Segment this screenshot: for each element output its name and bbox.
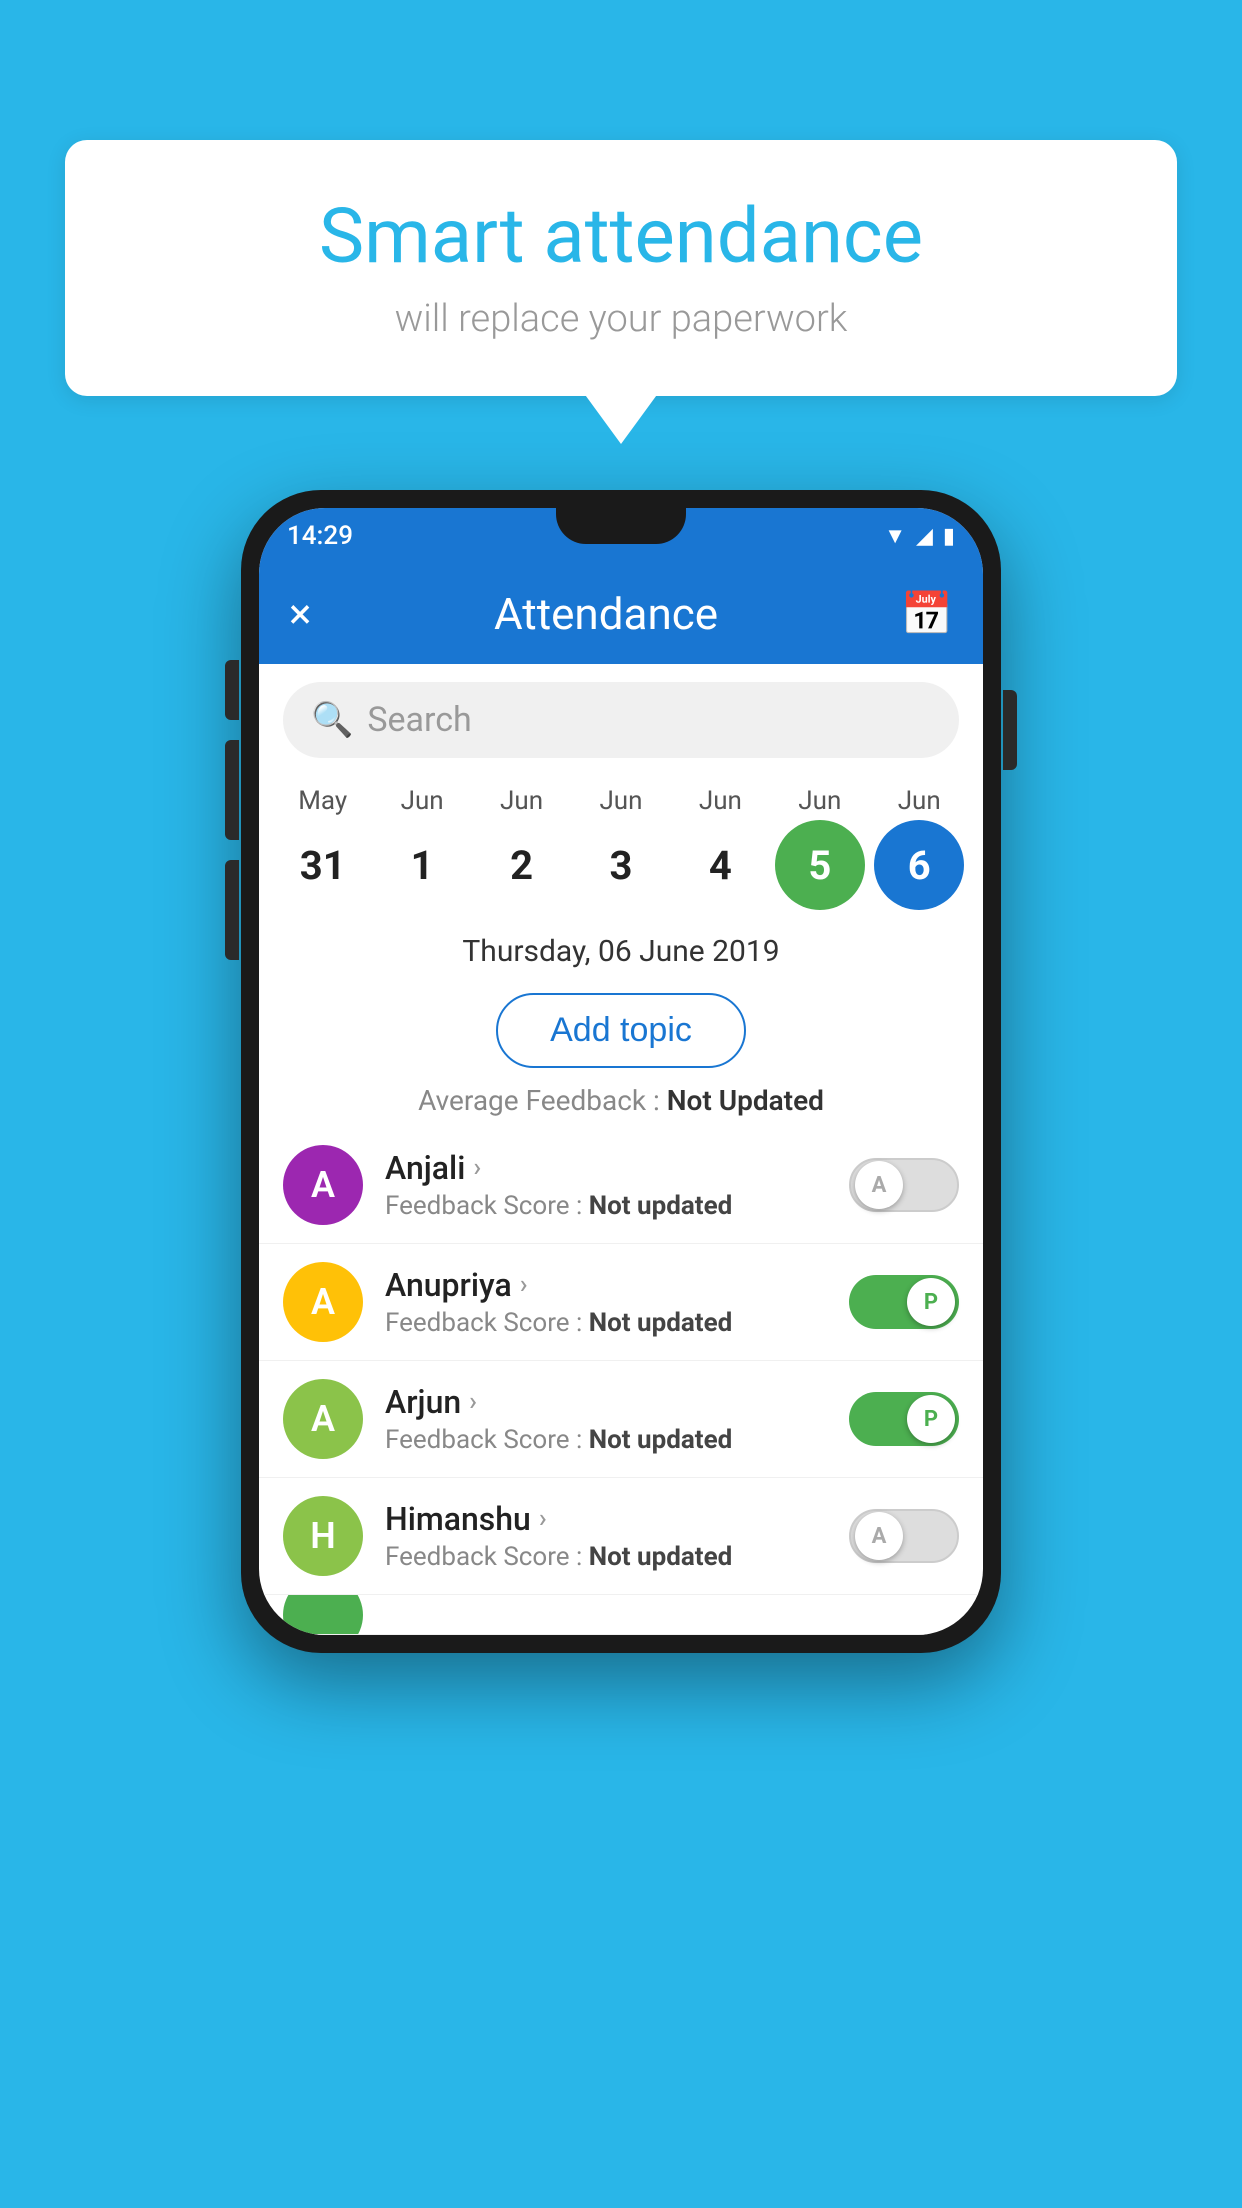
student-list: A Anjali › Feedback Score : Not updated … <box>259 1127 983 1635</box>
avg-feedback-label: Average Feedback : <box>418 1084 667 1117</box>
date-5[interactable]: 5 <box>775 820 865 910</box>
search-bar[interactable]: 🔍 Search <box>283 682 959 758</box>
speech-bubble: Smart attendance will replace your paper… <box>65 140 1177 396</box>
date-6[interactable]: 6 <box>874 820 964 910</box>
month-jun2: Jun <box>477 786 567 816</box>
month-jun4: Jun <box>675 786 765 816</box>
student-item-anupriya[interactable]: A Anupriya › Feedback Score : Not update… <box>259 1244 983 1361</box>
student-feedback-arjun: Feedback Score : Not updated <box>385 1425 849 1455</box>
month-row: May Jun Jun Jun Jun Jun Jun <box>273 786 969 816</box>
avg-feedback: Average Feedback : Not Updated <box>259 1084 983 1117</box>
speech-bubble-container: Smart attendance will replace your paper… <box>65 140 1177 396</box>
app-bar-title: Attendance <box>494 588 718 640</box>
avatar-anupriya: A <box>283 1262 363 1342</box>
avg-feedback-value: Not Updated <box>667 1084 824 1117</box>
student-feedback-anupriya: Feedback Score : Not updated <box>385 1308 849 1338</box>
toggle-knob-anjali: A <box>855 1161 903 1209</box>
volume-up-button <box>225 660 239 720</box>
wifi-icon: ▼ <box>884 523 906 549</box>
date-1[interactable]: 1 <box>377 820 467 910</box>
student-item-himanshu[interactable]: H Himanshu › Feedback Score : Not update… <box>259 1478 983 1595</box>
status-bar: 14:29 ▼ ◢ ▮ <box>259 508 983 564</box>
selected-date: Thursday, 06 June 2019 <box>259 926 983 977</box>
chevron-icon: › <box>539 1504 547 1534</box>
notch <box>556 508 686 544</box>
status-icons: ▼ ◢ ▮ <box>884 523 955 549</box>
attendance-toggle-arjun[interactable]: P <box>849 1392 959 1446</box>
bubble-title: Smart attendance <box>125 195 1117 279</box>
student-feedback-anjali: Feedback Score : Not updated <box>385 1191 849 1221</box>
app-bar: × Attendance 📅 <box>259 564 983 664</box>
student-info-himanshu: Himanshu › Feedback Score : Not updated <box>385 1500 849 1572</box>
avatar-partial <box>283 1595 363 1635</box>
add-topic-button[interactable]: Add topic <box>496 993 746 1068</box>
toggle-knob-arjun: P <box>907 1395 955 1443</box>
search-placeholder: Search <box>367 700 471 740</box>
date-31[interactable]: 31 <box>278 820 368 910</box>
student-name-arjun: Arjun › <box>385 1383 849 1421</box>
attendance-toggle-himanshu[interactable]: A <box>849 1509 959 1563</box>
student-feedback-himanshu: Feedback Score : Not updated <box>385 1542 849 1572</box>
power-button <box>1003 690 1017 770</box>
status-time: 14:29 <box>287 521 353 551</box>
search-icon: 🔍 <box>311 700 353 740</box>
chevron-icon: › <box>473 1153 481 1183</box>
volume-down-button <box>225 740 239 840</box>
toggle-knob-anupriya: P <box>907 1278 955 1326</box>
toggle-knob-himanshu: A <box>855 1512 903 1560</box>
attendance-toggle-anjali[interactable]: A <box>849 1158 959 1212</box>
avatar-anjali: A <box>283 1145 363 1225</box>
signal-icon: ◢ <box>916 524 933 549</box>
silent-button <box>225 860 239 960</box>
phone-screen: 14:29 ▼ ◢ ▮ × Attendance 📅 🔍 Search <box>259 508 983 1635</box>
month-jun3: Jun <box>576 786 666 816</box>
calendar-icon[interactable]: 📅 <box>901 590 953 639</box>
month-jun5: Jun <box>775 786 865 816</box>
chevron-icon: › <box>520 1270 528 1300</box>
student-name-anupriya: Anupriya › <box>385 1266 849 1304</box>
date-row: 31 1 2 3 4 5 6 <box>273 820 969 910</box>
student-info-anupriya: Anupriya › Feedback Score : Not updated <box>385 1266 849 1338</box>
phone-container: 14:29 ▼ ◢ ▮ × Attendance 📅 🔍 Search <box>241 490 1001 1653</box>
calendar-strip: May Jun Jun Jun Jun Jun Jun 31 1 2 3 4 5… <box>259 776 983 910</box>
student-item-anjali[interactable]: A Anjali › Feedback Score : Not updated … <box>259 1127 983 1244</box>
student-item-partial[interactable] <box>259 1595 983 1635</box>
student-item-arjun[interactable]: A Arjun › Feedback Score : Not updated P <box>259 1361 983 1478</box>
month-jun6: Jun <box>874 786 964 816</box>
avatar-himanshu: H <box>283 1496 363 1576</box>
phone-outer: 14:29 ▼ ◢ ▮ × Attendance 📅 🔍 Search <box>241 490 1001 1653</box>
student-info-arjun: Arjun › Feedback Score : Not updated <box>385 1383 849 1455</box>
date-4[interactable]: 4 <box>675 820 765 910</box>
date-2[interactable]: 2 <box>477 820 567 910</box>
month-may: May <box>278 786 368 816</box>
close-icon[interactable]: × <box>289 590 311 639</box>
student-name-himanshu: Himanshu › <box>385 1500 849 1538</box>
student-info-anjali: Anjali › Feedback Score : Not updated <box>385 1149 849 1221</box>
attendance-toggle-anupriya[interactable]: P <box>849 1275 959 1329</box>
date-3[interactable]: 3 <box>576 820 666 910</box>
battery-icon: ▮ <box>943 524 955 549</box>
student-name-anjali: Anjali › <box>385 1149 849 1187</box>
bubble-subtitle: will replace your paperwork <box>125 297 1117 341</box>
avatar-arjun: A <box>283 1379 363 1459</box>
month-jun1: Jun <box>377 786 467 816</box>
chevron-icon: › <box>469 1387 477 1417</box>
